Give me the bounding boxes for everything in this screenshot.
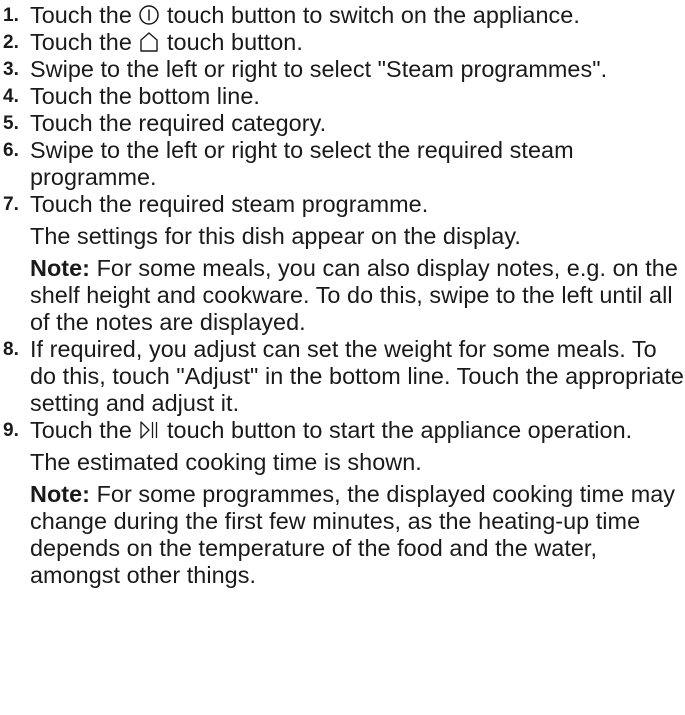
- note-label: Note:: [30, 481, 91, 507]
- step-8: 8. If required, you adjust can set the w…: [0, 336, 685, 417]
- step-note: Note: For some programmes, the displayed…: [30, 481, 685, 589]
- step-number: 1.: [3, 5, 19, 26]
- step-number: 2.: [3, 32, 19, 53]
- step-number: 7.: [3, 194, 19, 215]
- step-2: 2. Touch the touch button.: [0, 29, 685, 56]
- step-7: 7. Touch the required steam programme. T…: [0, 191, 685, 336]
- step-text-after: touch button to start the appliance oper…: [160, 417, 633, 443]
- step-text-before: Touch the: [30, 29, 139, 55]
- step-3: 3. Swipe to the left or right to select …: [0, 56, 685, 83]
- step-number: 6.: [3, 140, 19, 161]
- step-number: 3.: [3, 59, 19, 80]
- step-1: 1. Touch the touch button to switch on t…: [0, 2, 685, 29]
- step-result: The estimated cooking time is shown.: [30, 449, 422, 475]
- note-text: For some meals, you can also display not…: [30, 255, 678, 335]
- step-9: 9. Touch the touch button to start the a…: [0, 417, 685, 589]
- step-text: Touch the required steam programme.: [30, 191, 429, 217]
- step-number: 4.: [3, 86, 19, 107]
- note-label: Note:: [30, 255, 91, 281]
- step-number: 9.: [3, 420, 19, 441]
- start-pause-icon: [138, 419, 160, 441]
- step-5: 5. Touch the required category.: [0, 110, 685, 137]
- step-text-before: Touch the: [30, 2, 139, 28]
- instruction-document: 1. Touch the touch button to switch on t…: [0, 0, 685, 589]
- step-text-after: touch button.: [160, 29, 303, 55]
- step-number: 5.: [3, 113, 19, 134]
- step-text: Touch the bottom line.: [30, 83, 260, 109]
- step-text-after: touch button to switch on the appliance.: [160, 2, 580, 28]
- step-text: Swipe to the left or right to select "St…: [30, 56, 608, 82]
- step-6: 6. Swipe to the left or right to select …: [0, 137, 685, 191]
- step-4: 4. Touch the bottom line.: [0, 83, 685, 110]
- step-text: Swipe to the left or right to select the…: [30, 137, 574, 190]
- note-text: For some programmes, the displayed cooki…: [30, 481, 676, 588]
- step-number: 8.: [3, 339, 19, 360]
- step-result: The settings for this dish appear on the…: [30, 223, 521, 249]
- step-text-before: Touch the: [30, 417, 139, 443]
- step-note: Note: For some meals, you can also displ…: [30, 255, 685, 336]
- home-icon: [138, 31, 160, 53]
- steps-list: 1. Touch the touch button to switch on t…: [0, 2, 685, 589]
- step-text: Touch the required category.: [30, 110, 327, 136]
- step-text: If required, you adjust can set the weig…: [30, 336, 684, 416]
- power-icon: [138, 4, 160, 26]
